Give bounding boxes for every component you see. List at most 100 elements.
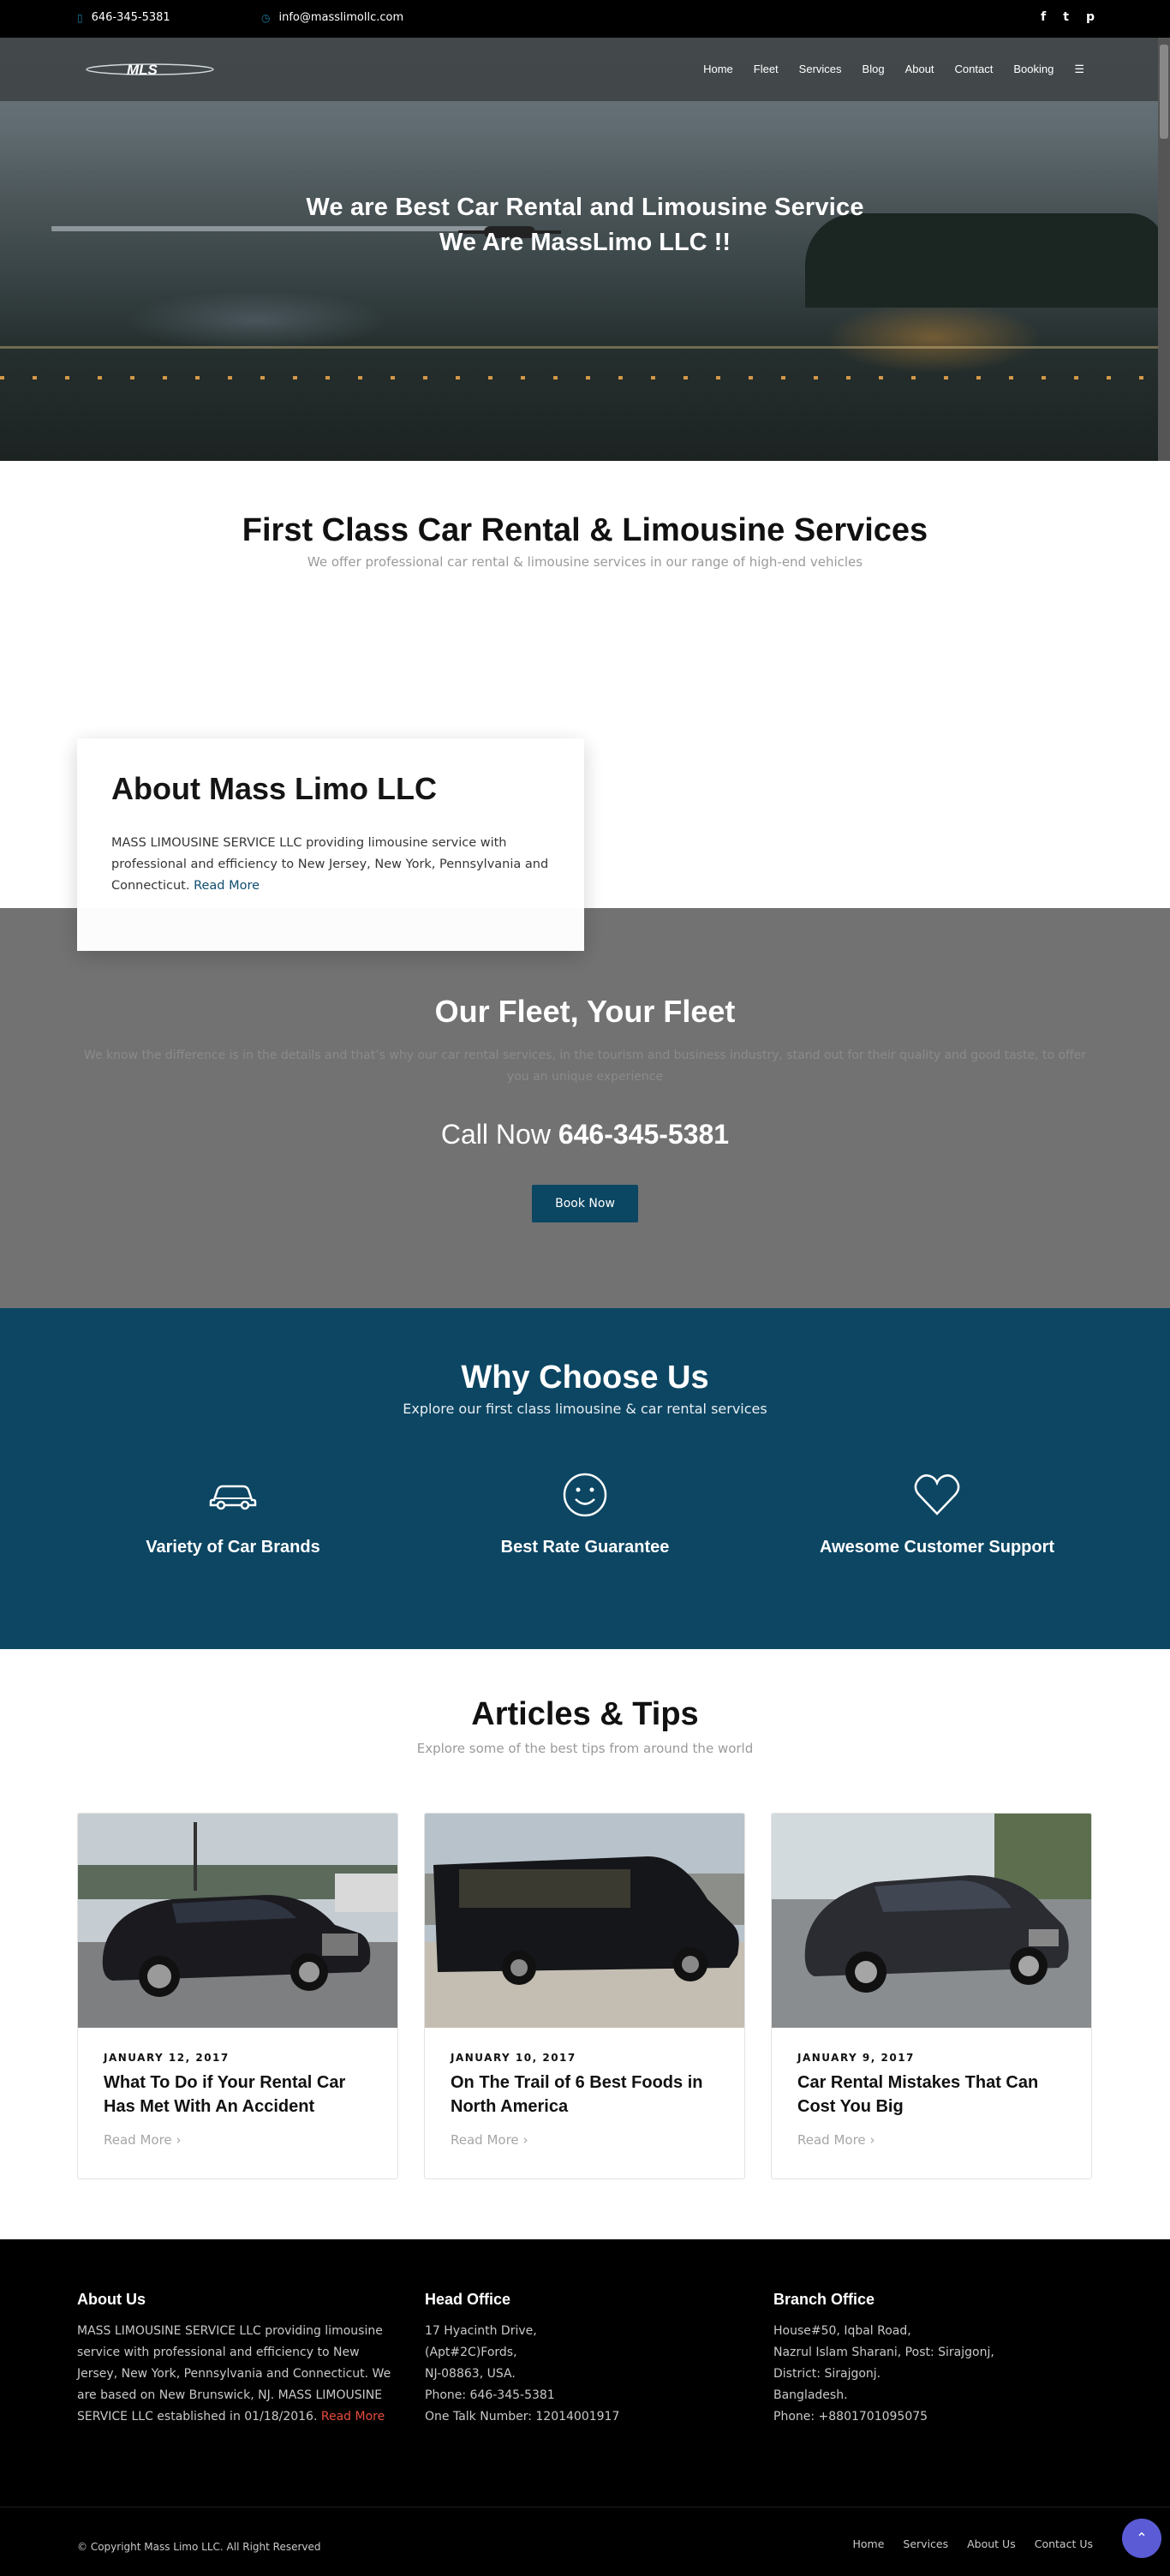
footer-head-title: Head Office [425, 2291, 511, 2308]
about-text: MASS LIMOUSINE SERVICE LLC providing lim… [111, 833, 550, 897]
phone-icon: ▯ [77, 11, 83, 24]
chevron-right-icon: › [869, 2132, 875, 2148]
about-text-body: MASS LIMOUSINE SERVICE LLC providing lim… [111, 836, 549, 893]
article-card[interactable]: JANUARY 10, 2017 On The Trail of 6 Best … [424, 1813, 745, 2179]
footer-links: Home Services About Us Contact Us [852, 2537, 1093, 2550]
scrollbar-thumb[interactable] [1160, 45, 1168, 139]
address-line: Nazrul Islam Sharani, Post: Sirajgonj, [773, 2346, 994, 2359]
main-nav: MLS Home Fleet Services Blog About Conta… [0, 38, 1158, 101]
footer-branch-office: Branch Office House#50, Iqbal Road, Nazr… [773, 2291, 1090, 2428]
hero-runway-lights [0, 376, 1170, 380]
pinterest-icon[interactable]: p [1086, 10, 1095, 24]
topbar-phone-text: 646-345-5381 [91, 11, 170, 24]
article-read-more[interactable]: Read More › [104, 2132, 181, 2148]
call-number[interactable]: 646-345-5381 [558, 1119, 729, 1150]
articles-title: Articles & Tips [471, 1696, 699, 1732]
footer-branch-title: Branch Office [773, 2291, 875, 2308]
address-line: NJ-08863, USA. [425, 2367, 516, 2381]
article-date: JANUARY 12, 2017 [104, 2052, 230, 2064]
why-choose-section: Why Choose Us Explore our first class li… [0, 1308, 1170, 1649]
footer-about: About Us MASS LIMOUSINE SERVICE LLC prov… [77, 2291, 394, 2428]
site-logo[interactable]: MLS [86, 59, 214, 80]
chevron-up-icon: ⌃ [1136, 2530, 1148, 2546]
feature-label: Awesome Customer Support [819, 1538, 1055, 1557]
footer-link-about[interactable]: About Us [967, 2537, 1016, 2550]
call-now: Call Now 646-345-5381 [0, 1119, 1170, 1151]
nav-item-contact[interactable]: Contact [955, 63, 994, 76]
address-line: Bangladesh. [773, 2388, 848, 2402]
why-title: Why Choose Us [461, 1360, 709, 1396]
address-talk-number: One Talk Number: 12014001917 [425, 2410, 620, 2424]
footer-about-title: About Us [77, 2291, 146, 2308]
about-card: About Mass Limo LLC MASS LIMOUSINE SERVI… [77, 738, 584, 951]
footer-branch-address: House#50, Iqbal Road, Nazrul Islam Shara… [773, 2321, 1090, 2428]
article-title[interactable]: What To Do if Your Rental Car Has Met Wi… [104, 2071, 378, 2119]
topbar-email[interactable]: ◷ info@masslimollc.com [261, 11, 403, 24]
article-read-more[interactable]: Read More › [451, 2132, 528, 2148]
article-title[interactable]: On The Trail of 6 Best Foods in North Am… [451, 2071, 725, 2119]
footer-link-services[interactable]: Services [903, 2537, 948, 2550]
chevron-right-icon: › [176, 2132, 182, 2148]
call-label: Call Now [440, 1119, 551, 1150]
hero-heading: We are Best Car Rental and Limousine Ser… [0, 194, 1170, 257]
topbar-phone[interactable]: ▯ 646-345-5381 [77, 11, 170, 24]
address-line: House#50, Iqbal Road, [773, 2324, 911, 2338]
footer-head-office: Head Office 17 Hyacinth Drive, (Apt#2C)F… [425, 2291, 742, 2428]
nav-item-home[interactable]: Home [703, 63, 733, 76]
article-image-cadillac[interactable] [772, 1814, 1091, 2028]
heart-icon [914, 1474, 960, 1515]
article-title[interactable]: Car Rental Mistakes That Can Cost You Bi… [797, 2071, 1072, 2119]
footer-link-home[interactable]: Home [852, 2537, 884, 2550]
about-title: About Mass Limo LLC [111, 771, 437, 806]
facebook-icon[interactable]: f [1041, 10, 1046, 24]
hero-line-1: We are Best Car Rental and Limousine Ser… [306, 194, 864, 221]
feature-label: Best Rate Guarantee [500, 1538, 670, 1557]
footer-read-more-link[interactable]: Read More [321, 2410, 385, 2424]
services-subtitle: We offer professional car rental & limou… [307, 554, 863, 570]
hero-line-2: We Are MassLimo LLC !! [439, 229, 731, 256]
nav-item-about[interactable]: About [905, 63, 934, 76]
topbar-email-text: info@masslimollc.com [278, 11, 404, 24]
why-subtitle: Explore our first class limousine & car … [403, 1401, 767, 1417]
top-bar: ▯ 646-345-5381 ◷ info@masslimollc.com f … [0, 0, 1170, 38]
fleet-title: Our Fleet, Your Fleet [434, 994, 736, 1029]
read-more-label: Read More [104, 2132, 172, 2148]
feature-best-rate: Best Rate Guarantee [439, 1471, 731, 1557]
nav-menu: Home Fleet Services Blog About Contact B… [703, 63, 1084, 76]
article-card[interactable]: JANUARY 9, 2017 Car Rental Mistakes That… [771, 1813, 1092, 2179]
copyright: © Copyright Mass Limo LLC. All Right Res… [77, 2541, 321, 2553]
nav-item-fleet[interactable]: Fleet [754, 63, 779, 76]
footer-head-address: 17 Hyacinth Drive, (Apt#2C)Fords, NJ-088… [425, 2321, 742, 2428]
read-more-label: Read More [797, 2132, 866, 2148]
twitter-icon[interactable]: t [1063, 10, 1069, 24]
about-read-more-link[interactable]: Read More [194, 879, 260, 893]
nav-item-blog[interactable]: Blog [863, 63, 885, 76]
read-more-label: Read More [451, 2132, 519, 2148]
book-now-button[interactable]: Book Now [532, 1185, 638, 1222]
address-line: District: Sirajgonj. [773, 2367, 881, 2381]
article-image-black-sedan[interactable] [78, 1814, 397, 2028]
nav-item-booking[interactable]: Booking [1013, 63, 1054, 76]
car-icon [209, 1485, 257, 1510]
address-line: 17 Hyacinth Drive, [425, 2324, 537, 2338]
article-card[interactable]: JANUARY 12, 2017 What To Do if Your Rent… [77, 1813, 398, 2179]
hero-runway [0, 346, 1170, 349]
footer: About Us MASS LIMOUSINE SERVICE LLC prov… [0, 2239, 1170, 2576]
articles-subtitle: Explore some of the best tips from aroun… [416, 1741, 754, 1756]
feature-car-brands: Variety of Car Brands [87, 1471, 379, 1557]
footer-about-body: MASS LIMOUSINE SERVICE LLC providing lim… [77, 2324, 391, 2424]
fleet-description: We know the difference is in the details… [83, 1049, 1087, 1084]
social-links: f t p [1041, 10, 1095, 24]
clock-icon: ◷ [261, 11, 271, 24]
smile-icon [563, 1473, 607, 1517]
scroll-to-top-button[interactable]: ⌃ [1122, 2519, 1161, 2558]
nav-item-services[interactable]: Services [799, 63, 842, 76]
article-read-more[interactable]: Read More › [797, 2132, 875, 2148]
footer-link-contact[interactable]: Contact Us [1035, 2537, 1093, 2550]
article-image-black-van[interactable] [425, 1814, 744, 2028]
hamburger-icon[interactable]: ☰ [1074, 63, 1084, 76]
footer-about-text: MASS LIMOUSINE SERVICE LLC providing lim… [77, 2321, 394, 2428]
article-date: JANUARY 10, 2017 [451, 2052, 576, 2064]
address-phone: Phone: 646-345-5381 [425, 2388, 555, 2402]
logo-text: MLS [127, 62, 158, 78]
